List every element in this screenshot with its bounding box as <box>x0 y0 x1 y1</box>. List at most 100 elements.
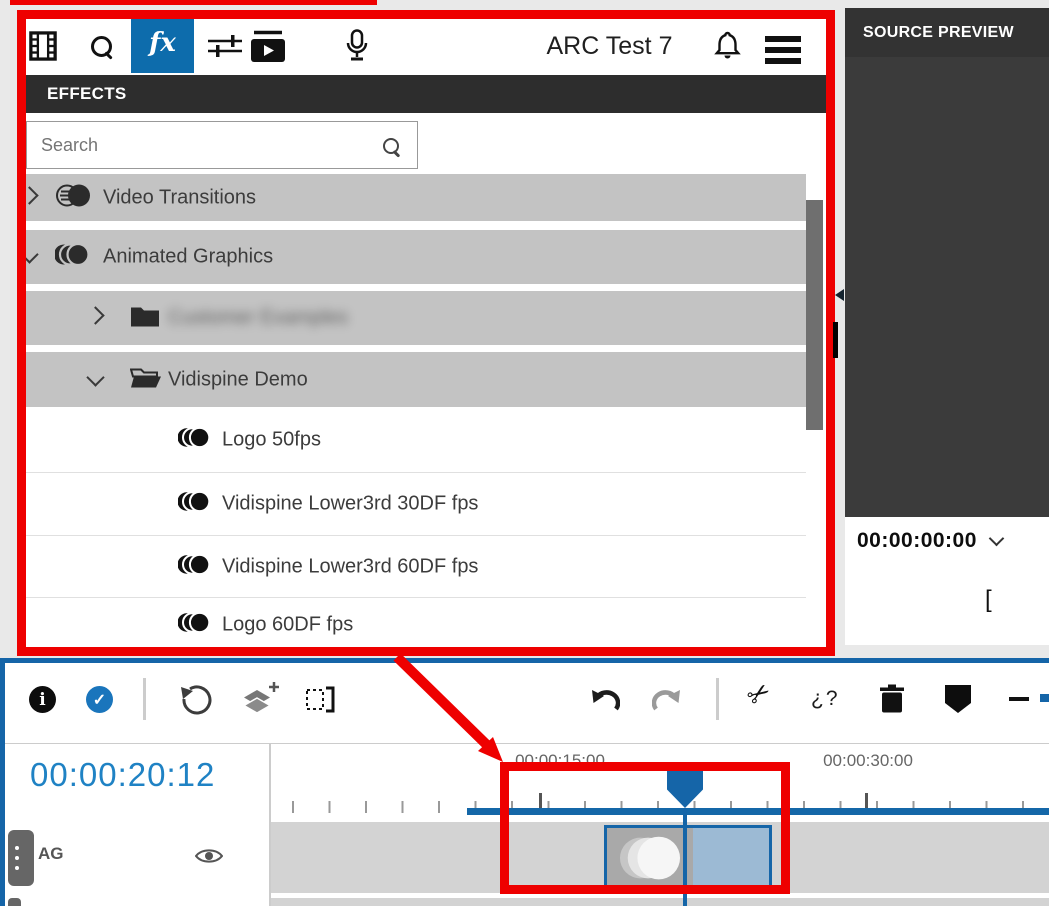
marker-button[interactable] <box>944 684 972 719</box>
gutter-scrollbar[interactable] <box>833 322 838 358</box>
tree-item-lower3rd-30df[interactable]: Vidispine Lower3rd 30DF fps <box>17 473 806 536</box>
chevron-right-icon[interactable] <box>23 189 36 207</box>
animated-graphics-icon <box>178 611 212 640</box>
track-lane-next[interactable] <box>271 898 1049 906</box>
timeline-current-timecode[interactable]: 00:00:20:12 <box>30 756 215 794</box>
add-layer-icon <box>240 681 280 717</box>
unlink-icon: ¿? <box>811 687 840 710</box>
effects-panel-header: EFFECTS <box>17 75 826 113</box>
chevron-down-icon[interactable] <box>23 248 36 266</box>
ruler-range-bar[interactable] <box>467 808 1049 815</box>
tree-folder-vidispine-demo[interactable]: Vidispine Demo <box>17 352 806 407</box>
animated-graphics-icon <box>178 425 212 454</box>
project-title: ARC Test 7 <box>517 32 702 61</box>
effects-panel: fx <box>17 10 826 652</box>
tree-label: Animated Graphics <box>103 246 273 269</box>
tree-label: Vidispine Lower3rd 30DF fps <box>222 493 478 516</box>
mark-in-button[interactable]: [ <box>985 586 992 614</box>
folder-open-icon <box>130 365 162 394</box>
playhead-line <box>683 808 687 906</box>
scissors-icon: ✂ <box>741 675 777 713</box>
ruler-label-15s: 00:00:15:00 <box>485 751 635 771</box>
eye-icon <box>195 847 223 865</box>
media-bin-icon <box>29 30 57 62</box>
video-transition-icon <box>55 182 91 213</box>
cut-button[interactable]: ✂ <box>748 679 771 710</box>
top-toolbar: fx <box>17 10 826 75</box>
trim-button[interactable] <box>305 686 335 718</box>
tree-group-animated-graphics[interactable]: Animated Graphics <box>17 230 806 284</box>
microphone-icon <box>346 29 368 62</box>
chevron-right-icon[interactable] <box>89 309 102 327</box>
source-preview-title: SOURCE PREVIEW <box>863 24 1014 42</box>
track-visibility-button[interactable] <box>195 847 223 870</box>
tree-item-lower3rd-60df[interactable]: Vidispine Lower3rd 60DF fps <box>17 536 806 598</box>
ruler-label-30s: 00:00:30:00 <box>793 751 943 771</box>
tree-label: Video Transitions <box>103 186 256 209</box>
tree-label-blurred: Customer Examples <box>168 307 348 330</box>
zoom-out-button[interactable] <box>1009 697 1029 701</box>
animated-graphics-icon <box>55 242 91 273</box>
undo-button[interactable] <box>590 687 620 718</box>
chevron-down-icon[interactable] <box>989 531 1005 547</box>
chevron-down-icon[interactable] <box>89 371 102 389</box>
effects-tab-button[interactable]: fx <box>131 13 194 73</box>
effects-scrollbar[interactable] <box>806 200 823 430</box>
app-window: fx <box>0 0 1049 906</box>
divider <box>5 743 1049 744</box>
notifications-button[interactable] <box>707 26 747 66</box>
info-button[interactable]: i <box>29 686 56 713</box>
redo-button[interactable] <box>652 687 682 718</box>
tree-folder-customer-examples[interactable]: Customer Examples <box>17 291 806 345</box>
bell-icon <box>714 31 741 61</box>
animated-graphics-icon <box>178 552 212 581</box>
info-icon: i <box>39 690 45 710</box>
undo-icon <box>590 687 620 713</box>
search-button[interactable] <box>81 26 121 66</box>
folder-closed-icon <box>130 304 160 333</box>
effects-search-input[interactable] <box>26 121 418 169</box>
approve-button[interactable]: ✓ <box>86 686 113 713</box>
tree-label: Vidispine Lower3rd 60DF fps <box>222 555 478 578</box>
source-timecode[interactable]: 00:00:00:00 <box>857 529 1002 553</box>
source-preview-video <box>845 57 1049 517</box>
adjustments-button[interactable] <box>205 26 245 66</box>
source-preview-panel: SOURCE PREVIEW 00:00:00:00 [ <box>845 8 1049 645</box>
timeline-panel: i ✓ <box>0 658 1049 906</box>
reset-button[interactable] <box>180 683 212 720</box>
track-label: AG <box>38 844 64 864</box>
tree-label: Vidispine Demo <box>168 368 308 391</box>
redo-icon <box>652 687 682 713</box>
trim-icon <box>305 686 335 713</box>
media-bin-button[interactable] <box>23 26 63 66</box>
source-preview-header: SOURCE PREVIEW <box>845 8 1049 57</box>
tree-group-video-transitions[interactable]: Video Transitions <box>17 174 806 221</box>
adjustments-icon <box>208 31 242 61</box>
export-render-button[interactable] <box>248 26 288 66</box>
microphone-button[interactable] <box>337 25 377 65</box>
menu-button[interactable] <box>765 36 801 64</box>
marker-flag-icon <box>944 684 972 714</box>
tree-item-logo-50fps[interactable]: Logo 50fps <box>17 407 806 473</box>
menu-icon <box>765 36 801 42</box>
add-layer-button[interactable] <box>240 681 280 722</box>
animated-graphics-icon <box>178 490 212 519</box>
delete-button[interactable] <box>879 684 905 719</box>
export-render-icon <box>251 30 285 62</box>
track-drag-handle[interactable] <box>8 898 21 906</box>
toolbar-divider <box>716 678 719 720</box>
tree-item-logo-60df[interactable]: Logo 60DF fps <box>17 598 806 652</box>
clip-graphics-segment <box>607 828 693 888</box>
unlink-button[interactable]: ¿? <box>811 687 840 711</box>
tree-label: Logo 60DF fps <box>222 614 353 637</box>
annotation-line <box>10 0 377 5</box>
zoom-slider[interactable] <box>1040 694 1049 702</box>
animated-graphics-icon <box>619 832 681 884</box>
search-icon <box>91 36 112 57</box>
fx-icon: fx <box>149 28 176 58</box>
collapse-panel-icon[interactable] <box>835 289 844 301</box>
track-drag-handle[interactable] <box>8 830 34 886</box>
timeline-clip[interactable] <box>604 825 772 891</box>
check-icon: ✓ <box>93 690 106 710</box>
clip-extension-segment <box>693 828 769 888</box>
